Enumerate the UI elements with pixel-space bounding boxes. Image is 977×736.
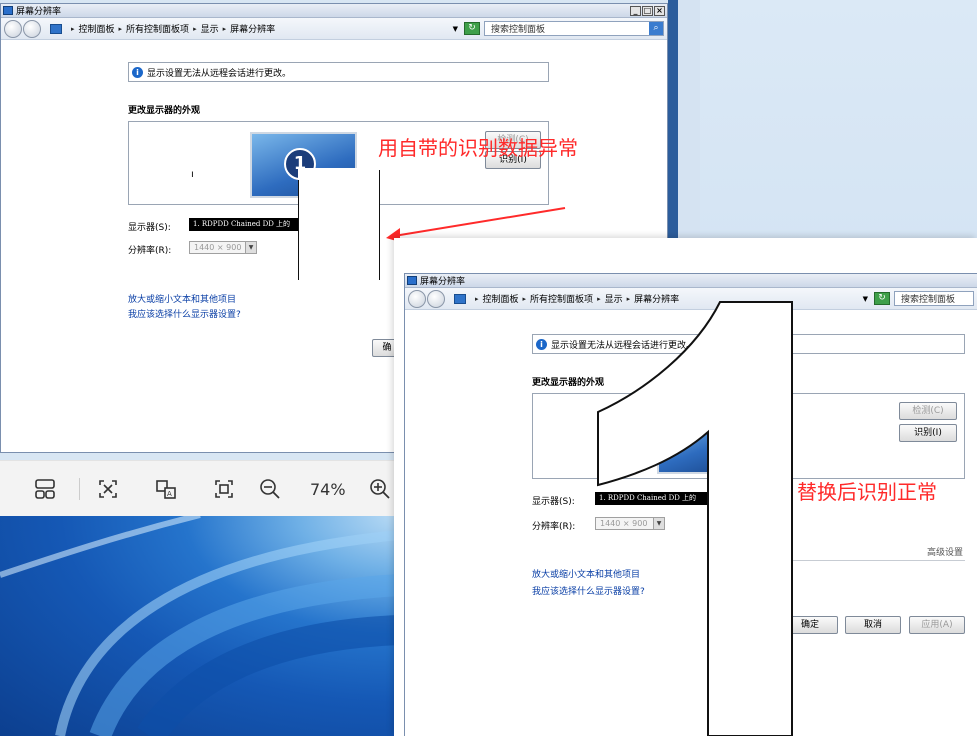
info-icon: i	[536, 338, 547, 350]
close-button[interactable]: ×	[654, 5, 665, 16]
right-title-bar: 屏幕分辨率	[405, 274, 977, 288]
resolution-label: 分辨率(R):	[128, 246, 172, 256]
refresh-icon[interactable]: ↻	[464, 22, 480, 35]
toolbar-divider	[79, 478, 80, 500]
info-text: 显示设置无法从远程会话进行更改。	[147, 68, 292, 79]
chevron-right-icon: ▸	[193, 24, 197, 33]
chevron-down-icon[interactable]: ▼	[453, 25, 458, 33]
occluding-overlay	[298, 168, 380, 280]
apply-button[interactable]: 应用(A)	[909, 616, 965, 634]
text-recognize-icon[interactable]	[98, 479, 118, 499]
chevron-right-icon: ▸	[522, 294, 527, 303]
crop-icon[interactable]	[214, 479, 234, 499]
chevron-right-icon: ▸	[222, 24, 227, 33]
display-select[interactable]: 1. RDPDD Chained DD 上的	[189, 218, 301, 231]
layout-icon[interactable]	[35, 479, 55, 499]
crumb-control-panel[interactable]: 控制面板	[483, 292, 519, 305]
preview-cursor-mark: ı	[191, 169, 194, 180]
chevron-down-icon: ▼	[245, 242, 256, 253]
app-icon	[407, 276, 417, 285]
display-label: 显示器(S):	[532, 497, 575, 507]
translate-icon[interactable]: A	[156, 479, 176, 499]
section-heading: 更改显示器的外观	[128, 106, 201, 116]
svg-text:A: A	[167, 490, 172, 498]
left-breadcrumb: ▸ 控制面板 ▸ 所有控制面板项 ▸ 显示 ▸ 屏幕分辨率	[50, 22, 447, 35]
resolution-value: 1440 × 900	[194, 243, 242, 252]
zoom-level: 74%	[310, 480, 346, 499]
forward-button[interactable]	[427, 289, 445, 308]
control-panel-icon	[50, 23, 62, 34]
left-address-bar: ▸ 控制面板 ▸ 所有控制面板项 ▸ 显示 ▸ 屏幕分辨率 ▼ ↻ 搜索控制面板…	[1, 18, 667, 40]
info-box: i 显示设置无法从远程会话进行更改。	[128, 62, 549, 82]
desktop-wallpaper	[0, 515, 400, 736]
chevron-right-icon: ▸	[118, 24, 123, 33]
crumb-all-items[interactable]: 所有控制面板项	[126, 22, 189, 35]
back-button[interactable]	[4, 19, 22, 38]
info-icon: i	[132, 66, 143, 78]
zoom-out-icon[interactable]	[260, 479, 280, 499]
search-placeholder: 搜索控制面板	[901, 295, 956, 305]
forward-button[interactable]	[23, 19, 41, 38]
maximize-button[interactable]: □	[642, 5, 653, 16]
left-window-title: 屏幕分辨率	[16, 7, 62, 17]
crumb-display[interactable]: 显示	[201, 22, 219, 35]
chevron-right-icon: ▸	[475, 294, 479, 303]
annotation-line	[298, 180, 299, 280]
crumb-all-items[interactable]: 所有控制面板项	[530, 292, 593, 305]
crumb-control-panel[interactable]: 控制面板	[79, 22, 115, 35]
identify-button[interactable]: 识别(I)	[899, 424, 957, 442]
right-window-title: 屏幕分辨率	[420, 277, 466, 287]
resolution-select[interactable]: 1440 × 900 ▼	[189, 241, 257, 254]
display-help-link[interactable]: 我应该选择什么显示器设置?	[128, 307, 241, 320]
left-title-bar: 屏幕分辨率 _ □ ×	[1, 4, 667, 18]
right-search-input[interactable]: 搜索控制面板	[894, 291, 974, 306]
crumb-resolution[interactable]: 屏幕分辨率	[230, 22, 275, 35]
cancel-button[interactable]: 取消	[845, 616, 901, 634]
back-button[interactable]	[408, 289, 426, 308]
advanced-settings-link[interactable]: 高级设置	[927, 545, 963, 558]
separator-line	[789, 560, 965, 561]
left-search-input[interactable]: 搜索控制面板 ⌕	[484, 21, 664, 36]
chevron-right-icon: ▸	[71, 24, 75, 33]
detect-button[interactable]: 检测(C)	[899, 402, 957, 420]
annotation-top: 用自带的识别数据异常	[378, 136, 578, 160]
zoom-in-icon[interactable]	[370, 479, 390, 499]
refresh-icon[interactable]: ↻	[874, 292, 890, 305]
control-panel-icon	[454, 293, 466, 304]
display-label: 显示器(S):	[128, 223, 171, 233]
app-icon	[3, 6, 13, 15]
identify-number-overlay	[597, 301, 793, 736]
minimize-button[interactable]: _	[630, 5, 641, 16]
chevron-down-icon[interactable]: ▼	[863, 295, 868, 303]
annotation-bottom: 替换后识别正常	[797, 480, 937, 504]
search-placeholder: 搜索控制面板	[491, 25, 546, 35]
resolution-label: 分辨率(R):	[532, 522, 576, 532]
text-size-link[interactable]: 放大或缩小文本和其他项目	[128, 292, 236, 305]
search-icon[interactable]: ⌕	[649, 22, 663, 35]
section-heading: 更改显示器的外观	[532, 378, 605, 388]
